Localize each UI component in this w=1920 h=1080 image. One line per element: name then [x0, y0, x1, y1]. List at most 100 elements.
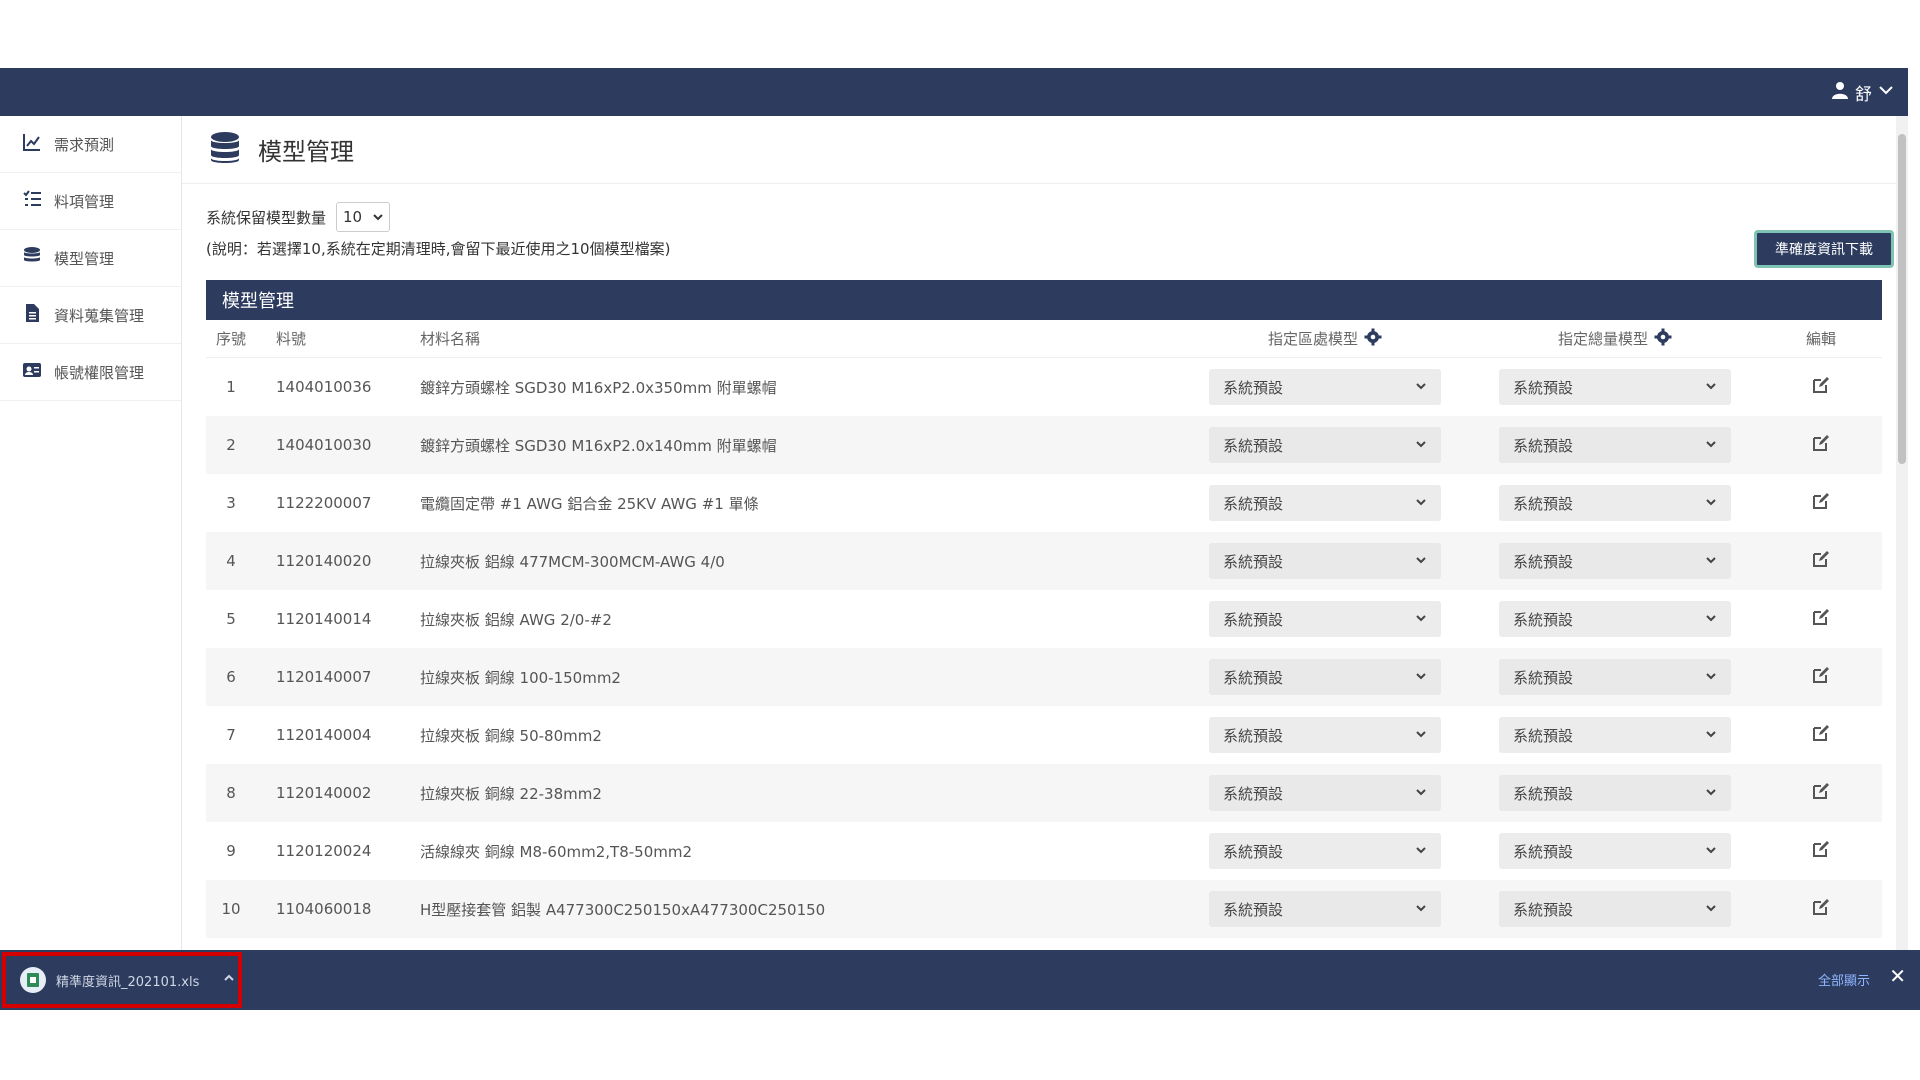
page-title: 模型管理: [258, 138, 354, 166]
table-row: 8 1120140002 拉線夾板 銅線 22-38mm2 系統預設 系統預設: [206, 764, 1882, 822]
sidebar-item-demand-forecast[interactable]: 需求預測: [0, 116, 181, 173]
download-item[interactable]: 精準度資訊_202101.xls: [2, 952, 242, 1008]
show-all-link[interactable]: 全部顯示: [1818, 970, 1870, 989]
region-model-select[interactable]: 系統預設: [1209, 485, 1441, 521]
row-code: 1120140014: [276, 610, 372, 628]
region-model-select[interactable]: 系統預設: [1209, 775, 1441, 811]
sidebar-item-label: 資料蒐集管理: [54, 306, 145, 325]
database-icon: [210, 131, 240, 169]
chevron-down-icon: [1415, 436, 1427, 454]
total-model-select[interactable]: 系統預設: [1499, 775, 1731, 811]
keep-model-label: 系統保留模型數量: [206, 208, 327, 227]
row-no: 6: [226, 668, 236, 686]
user-menu[interactable]: 舒: [1831, 80, 1894, 105]
total-model-select[interactable]: 系統預設: [1499, 369, 1731, 405]
close-icon[interactable]: ✕: [1889, 964, 1906, 988]
region-model-select[interactable]: 系統預設: [1209, 369, 1441, 405]
gear-icon[interactable]: [1364, 328, 1382, 350]
sidebar-item-label: 需求預測: [54, 135, 115, 154]
row-code: 1404010030: [276, 436, 372, 454]
chevron-down-icon: [1415, 552, 1427, 570]
vertical-scrollbar[interactable]: [1896, 116, 1908, 998]
gear-icon[interactable]: [1654, 328, 1672, 350]
edit-icon[interactable]: [1811, 491, 1831, 515]
list-check-icon: [22, 189, 42, 213]
region-model-select[interactable]: 系統預設: [1209, 891, 1441, 927]
database-icon: [22, 246, 42, 270]
chevron-down-icon: [1878, 82, 1894, 103]
row-code: 1120140020: [276, 552, 372, 570]
chevron-down-icon: [1415, 726, 1427, 744]
row-name: 拉線夾板 銅線 100-150mm2: [420, 668, 621, 687]
chevron-down-icon: [1705, 726, 1717, 744]
sidebar-item-label: 模型管理: [54, 249, 115, 268]
total-model-select[interactable]: 系統預設: [1499, 833, 1731, 869]
region-model-select[interactable]: 系統預設: [1209, 427, 1441, 463]
row-name: 電纜固定帶 #1 AWG 鋁合金 25KV AWG #1 單條: [420, 494, 759, 513]
chevron-down-icon: [1415, 494, 1427, 512]
table-row: 3 1122200007 電纜固定帶 #1 AWG 鋁合金 25KV AWG #1 …: [206, 474, 1882, 532]
table-title: 模型管理: [206, 280, 1882, 320]
chevron-up-icon[interactable]: [223, 972, 235, 988]
total-model-select[interactable]: 系統預設: [1499, 717, 1731, 753]
row-no: 10: [221, 900, 241, 918]
edit-icon[interactable]: [1811, 549, 1831, 573]
table-row: 2 1404010030 鍍鋅方頭螺栓 SGD30 M16xP2.0x140mm 附…: [206, 416, 1882, 474]
row-code: 1120120024: [276, 842, 372, 860]
chevron-down-icon: [373, 208, 383, 226]
total-model-select[interactable]: 系統預設: [1499, 601, 1731, 637]
sidebar-item-label: 料項管理: [54, 192, 115, 211]
row-name: 拉線夾板 銅線 50-80mm2: [420, 726, 602, 745]
total-model-select[interactable]: 系統預設: [1499, 543, 1731, 579]
edit-icon[interactable]: [1811, 433, 1831, 457]
row-no: 3: [226, 494, 236, 512]
edit-icon[interactable]: [1811, 839, 1831, 863]
edit-icon[interactable]: [1811, 897, 1831, 921]
chevron-down-icon: [1415, 378, 1427, 396]
id-card-icon: [22, 360, 42, 384]
keep-model-note: (說明：若選擇10,系統在定期清理時,會留下最近使用之10個模型檔案): [206, 240, 671, 258]
row-name: 拉線夾板 鋁線 AWG 2/0-#2: [420, 610, 612, 629]
row-no: 2: [226, 436, 236, 454]
scrollbar-thumb[interactable]: [1898, 134, 1906, 464]
region-model-select[interactable]: 系統預設: [1209, 717, 1441, 753]
spreadsheet-file-icon: [20, 967, 46, 993]
chevron-down-icon: [1705, 842, 1717, 860]
row-no: 4: [226, 552, 236, 570]
row-name: H型壓接套管 鋁製 A477300C250150xA477300C250150: [420, 900, 826, 919]
chart-line-icon: [22, 132, 42, 156]
chevron-down-icon: [1705, 668, 1717, 686]
page-header: 模型管理: [182, 116, 1908, 184]
total-model-select[interactable]: 系統預設: [1499, 427, 1731, 463]
download-accuracy-button[interactable]: 準確度資訊下載: [1754, 230, 1894, 268]
region-model-select[interactable]: 系統預設: [1209, 659, 1441, 695]
edit-icon[interactable]: [1811, 665, 1831, 689]
table-row: 4 1120140020 拉線夾板 鋁線 477MCM-300MCM-AWG 4/0…: [206, 532, 1882, 590]
chevron-down-icon: [1705, 610, 1717, 628]
row-no: 7: [226, 726, 236, 744]
edit-icon[interactable]: [1811, 781, 1831, 805]
sidebar-item-data-collection[interactable]: 資料蒐集管理: [0, 287, 181, 344]
sidebar-item-model-management[interactable]: 模型管理: [0, 230, 181, 287]
chevron-down-icon: [1705, 900, 1717, 918]
edit-icon[interactable]: [1811, 723, 1831, 747]
table-body: 1 1404010036 鍍鋅方頭螺栓 SGD30 M16xP2.0x350mm 附…: [206, 358, 1882, 938]
total-model-select[interactable]: 系統預設: [1499, 891, 1731, 927]
sidebar-item-material-management[interactable]: 料項管理: [0, 173, 181, 230]
total-model-select[interactable]: 系統預設: [1499, 659, 1731, 695]
region-model-select[interactable]: 系統預設: [1209, 833, 1441, 869]
total-model-select[interactable]: 系統預設: [1499, 485, 1731, 521]
region-model-select[interactable]: 系統預設: [1209, 543, 1441, 579]
chevron-down-icon: [1705, 378, 1717, 396]
sidebar-item-account-permissions[interactable]: 帳號權限管理: [0, 344, 181, 401]
keep-model-select[interactable]: 10: [336, 202, 391, 232]
chevron-down-icon: [1415, 842, 1427, 860]
edit-icon[interactable]: [1811, 375, 1831, 399]
download-bar: 精準度資訊_202101.xls 全部顯示 ✕: [0, 950, 1920, 1010]
row-no: 8: [226, 784, 236, 802]
row-code: 1104060018: [276, 900, 372, 918]
row-name: 鍍鋅方頭螺栓 SGD30 M16xP2.0x350mm 附單螺帽: [420, 378, 777, 397]
header-name: 材料名稱: [420, 330, 481, 348]
edit-icon[interactable]: [1811, 607, 1831, 631]
region-model-select[interactable]: 系統預設: [1209, 601, 1441, 637]
